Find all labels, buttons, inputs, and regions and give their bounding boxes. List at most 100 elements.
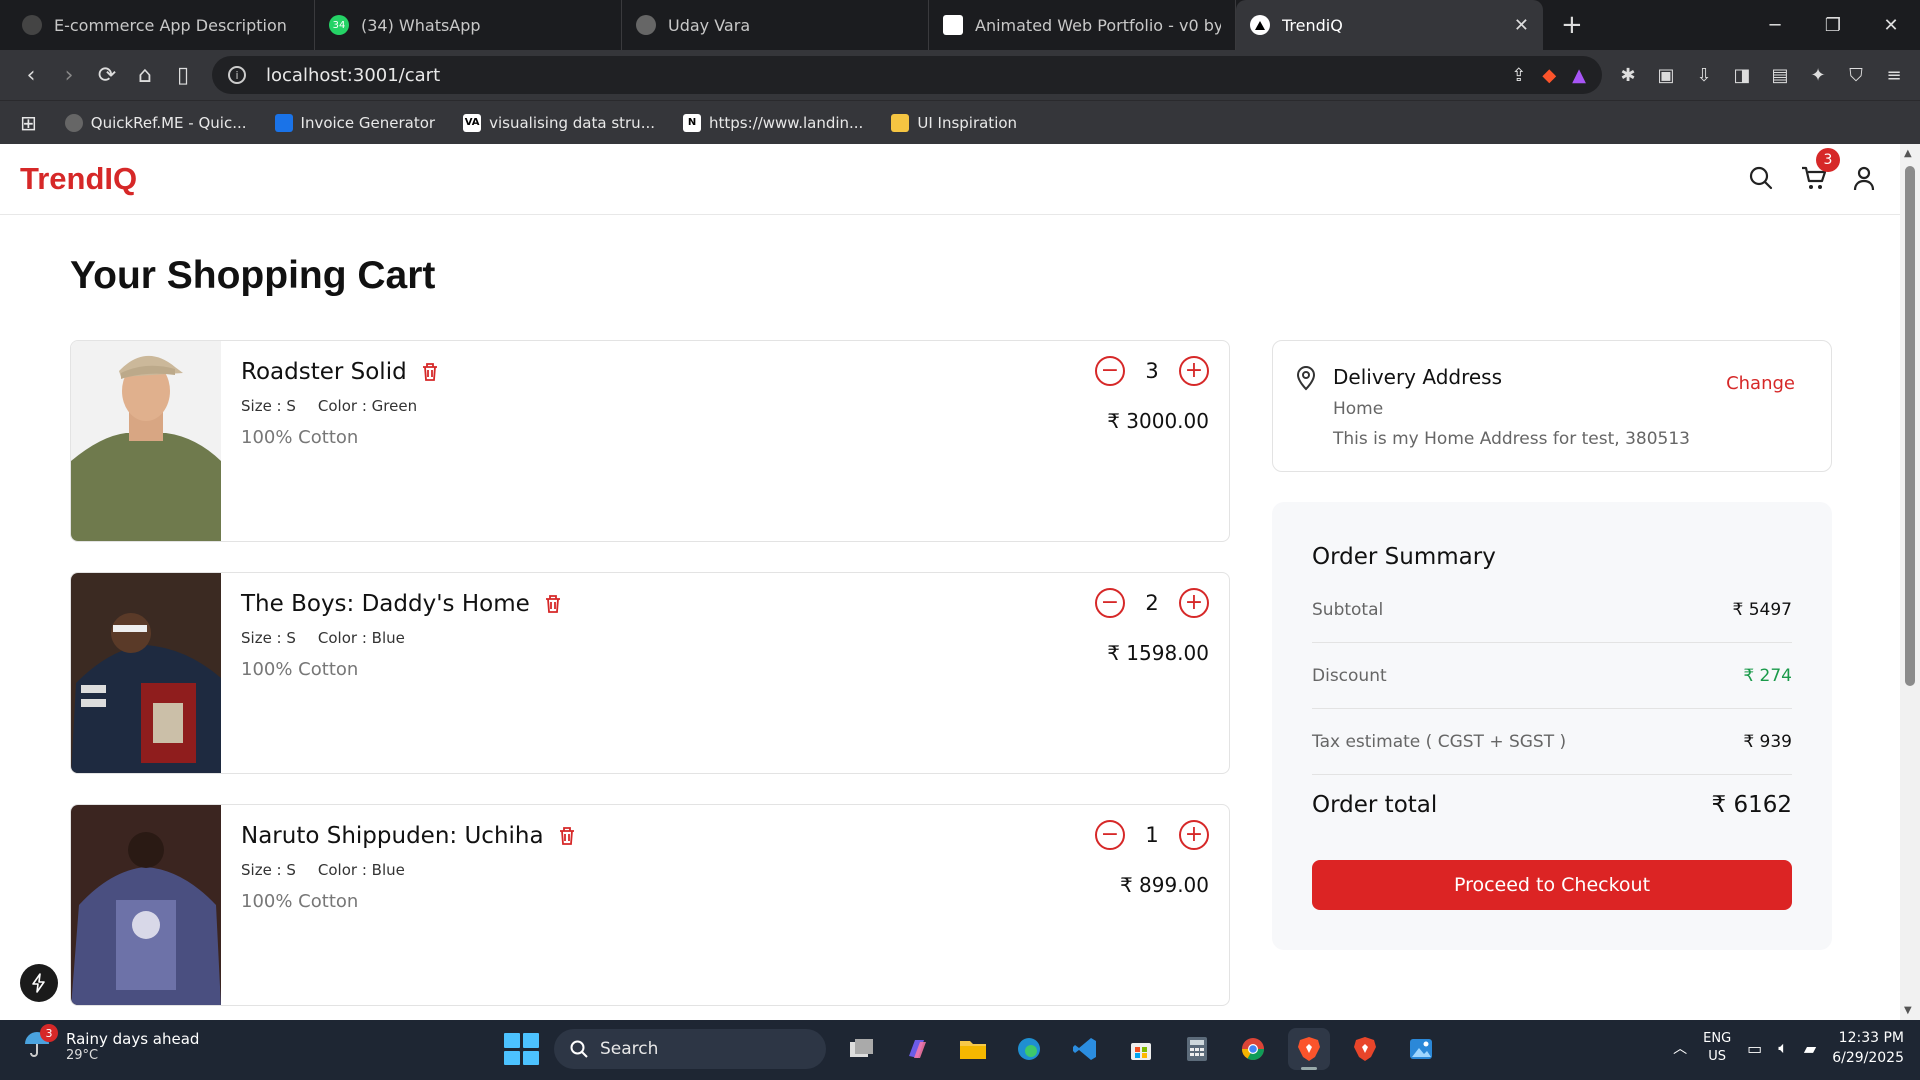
copilot-icon[interactable] xyxy=(896,1028,938,1070)
bookmarks-bar: ⊞ QuickRef.ME - Quic... Invoice Generato… xyxy=(0,100,1920,144)
subtotal-value: ₹ 5497 xyxy=(1732,600,1792,620)
reload-icon[interactable]: ⟳ xyxy=(88,56,126,94)
page-scrollbar[interactable]: ▲ ▼ xyxy=(1900,144,1920,1020)
decrease-qty-button[interactable]: − xyxy=(1095,588,1125,618)
tab-strip: E-commerce App Description 34 (34) Whats… xyxy=(0,0,1920,50)
brave-beta-icon[interactable] xyxy=(1344,1028,1386,1070)
network-icon[interactable]: ▭ xyxy=(1747,1039,1762,1058)
chevron-up-icon[interactable]: ︿ xyxy=(1673,1038,1687,1058)
bookmark-visualising-data[interactable]: VA visualising data stru... xyxy=(463,113,655,132)
change-address-button[interactable]: Change xyxy=(1726,373,1795,394)
increase-qty-button[interactable]: + xyxy=(1179,356,1209,386)
tab-uday-vara[interactable]: Uday Vara xyxy=(622,0,929,50)
screenshot-icon[interactable]: ▣ xyxy=(1652,61,1680,89)
decrease-qty-button[interactable]: − xyxy=(1095,356,1125,386)
bookmark-landing[interactable]: N https://www.landin... xyxy=(683,113,863,132)
item-price: ₹ 899.00 xyxy=(1119,873,1209,897)
scrollbar-thumb[interactable] xyxy=(1905,166,1915,686)
v0-icon xyxy=(943,15,963,35)
checkout-button[interactable]: Proceed to Checkout xyxy=(1312,860,1792,910)
order-total-value: ₹ 6162 xyxy=(1711,792,1792,818)
chrome-icon[interactable] xyxy=(1232,1028,1274,1070)
file-explorer-icon[interactable] xyxy=(952,1028,994,1070)
wallet-icon[interactable]: ▤ xyxy=(1766,61,1794,89)
weather-badge: 3 xyxy=(40,1024,58,1042)
minimize-icon[interactable]: ─ xyxy=(1746,0,1804,50)
windows-taskbar: 3 Rainy days ahead 29°C Search ︿ ENG US … xyxy=(0,1020,1920,1080)
notion-icon: N xyxy=(683,113,701,132)
product-variant: Size : S Color : Green xyxy=(241,397,418,415)
brave-icon[interactable] xyxy=(1288,1028,1330,1070)
edge-icon[interactable] xyxy=(1008,1028,1050,1070)
vercel-triangle-icon xyxy=(1250,15,1270,35)
new-tab-button[interactable]: + xyxy=(1543,0,1601,50)
tab-ecommerce[interactable]: E-commerce App Description xyxy=(8,0,315,50)
photos-icon[interactable] xyxy=(1400,1028,1442,1070)
site-header: TrendIQ 3 xyxy=(0,144,1900,215)
site-logo[interactable]: TrendIQ xyxy=(20,161,137,197)
extension-toolbar: ✱ ▣ ⇩ ◨ ▤ ✦ ⛉ ≡ xyxy=(1614,61,1908,89)
product-name: The Boys: Daddy's Home xyxy=(241,591,562,617)
chatgpt-icon xyxy=(22,15,42,35)
menu-icon[interactable]: ≡ xyxy=(1880,61,1908,89)
vscode-icon[interactable] xyxy=(1064,1028,1106,1070)
close-window-icon[interactable]: ✕ xyxy=(1862,0,1920,50)
downloads-icon[interactable]: ⇩ xyxy=(1690,61,1718,89)
brave-rewards-icon[interactable]: ▲ xyxy=(1572,65,1586,86)
leo-ai-icon[interactable]: ✦ xyxy=(1804,61,1832,89)
share-icon[interactable]: ⇪ xyxy=(1511,65,1526,86)
battery-icon[interactable]: ▰ xyxy=(1804,1039,1816,1058)
quantity-stepper: − 2 + xyxy=(1095,588,1209,618)
user-icon[interactable] xyxy=(1852,164,1878,192)
forward-icon[interactable]: › xyxy=(50,56,88,94)
sidebar-icon[interactable]: ◨ xyxy=(1728,61,1756,89)
bookmark-ui-inspiration[interactable]: UI Inspiration xyxy=(891,113,1017,132)
brave-shield-icon[interactable]: ◆ xyxy=(1542,65,1556,86)
tab-trendiq[interactable]: TrendiQ ✕ xyxy=(1236,0,1543,50)
product-variant: Size : S Color : Blue xyxy=(241,861,405,879)
delete-icon[interactable] xyxy=(544,594,562,614)
cart-icon[interactable]: 3 xyxy=(1800,148,1840,192)
bookmark-quickref[interactable]: QuickRef.ME - Quic... xyxy=(64,113,247,132)
bookmark-icon[interactable]: ▯ xyxy=(164,56,202,94)
product-name: Naruto Shippuden: Uchiha xyxy=(241,823,576,849)
home-icon[interactable]: ⌂ xyxy=(126,56,164,94)
scroll-down-icon[interactable]: ▼ xyxy=(1904,1005,1912,1016)
increase-qty-button[interactable]: + xyxy=(1179,820,1209,850)
calculator-icon[interactable] xyxy=(1176,1028,1218,1070)
scroll-up-icon[interactable]: ▲ xyxy=(1904,148,1912,159)
product-image[interactable] xyxy=(71,341,221,541)
globe-icon xyxy=(64,113,83,132)
tab-whatsapp[interactable]: 34 (34) WhatsApp xyxy=(315,0,622,50)
clock[interactable]: 12:33 PM 6/29/2025 xyxy=(1832,1028,1904,1068)
apps-grid-icon[interactable]: ⊞ xyxy=(20,111,37,135)
product-image[interactable] xyxy=(71,573,221,773)
taskbar-search[interactable]: Search xyxy=(554,1029,826,1069)
volume-icon[interactable]: 🔈︎ xyxy=(1778,1038,1788,1058)
quantity-value: 3 xyxy=(1145,359,1159,383)
bookmark-invoice-generator[interactable]: Invoice Generator xyxy=(274,113,435,132)
vpn-icon[interactable]: ⛉ xyxy=(1842,61,1870,89)
windows-start-icon[interactable] xyxy=(500,1029,540,1069)
url-bar[interactable]: i localhost:3001/cart ⇪ ◆ ▲ xyxy=(212,56,1602,94)
close-tab-icon[interactable]: ✕ xyxy=(1514,15,1529,36)
back-icon[interactable]: ‹ xyxy=(12,56,50,94)
product-variant: Size : S Color : Blue xyxy=(241,629,405,647)
lightning-icon[interactable] xyxy=(20,964,58,1002)
search-icon[interactable] xyxy=(1748,164,1774,192)
task-view-icon[interactable] xyxy=(840,1028,882,1070)
decrease-qty-button[interactable]: − xyxy=(1095,820,1125,850)
weather-widget[interactable]: 3 Rainy days ahead 29°C xyxy=(22,1024,199,1064)
delete-icon[interactable] xyxy=(421,362,439,382)
restore-icon[interactable]: ❐ xyxy=(1804,0,1862,50)
extensions-icon[interactable]: ✱ xyxy=(1614,61,1642,89)
delete-icon[interactable] xyxy=(558,826,576,846)
tab-v0-portfolio[interactable]: Animated Web Portfolio - v0 by Vercel xyxy=(929,0,1236,50)
language-indicator[interactable]: ENG US xyxy=(1703,1030,1731,1066)
product-image[interactable] xyxy=(71,805,221,1005)
site-info-icon[interactable]: i xyxy=(228,66,246,84)
ms-store-icon[interactable] xyxy=(1120,1028,1162,1070)
increase-qty-button[interactable]: + xyxy=(1179,588,1209,618)
location-pin-icon xyxy=(1296,366,1316,391)
quantity-value: 2 xyxy=(1145,591,1159,615)
